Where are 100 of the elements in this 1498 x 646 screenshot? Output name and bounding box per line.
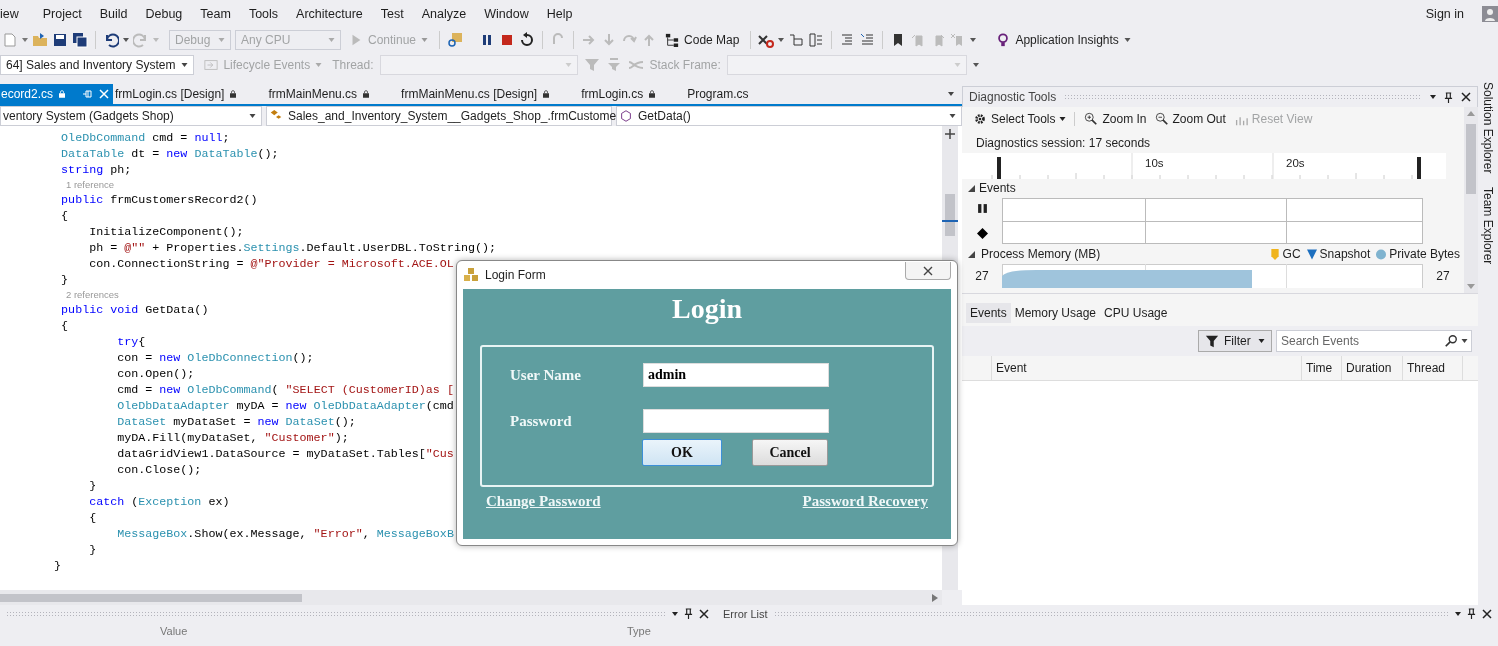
breakpoint-icon[interactable] xyxy=(758,32,775,48)
caret-icon[interactable] xyxy=(948,92,954,96)
close-icon[interactable] xyxy=(699,608,709,619)
timeline-ruler[interactable] xyxy=(962,153,1446,179)
menu-item[interactable]: Team xyxy=(191,7,240,21)
caret-icon xyxy=(181,63,189,67)
caret-icon[interactable] xyxy=(672,611,678,616)
caret-icon[interactable] xyxy=(970,38,977,42)
indent-icon[interactable] xyxy=(808,32,825,48)
menu-item[interactable]: Help xyxy=(537,7,582,21)
save-all-icon[interactable] xyxy=(72,32,88,48)
menu-item[interactable]: Project xyxy=(33,7,91,21)
outdent-icon[interactable] xyxy=(788,32,805,48)
caret-icon[interactable] xyxy=(123,38,129,42)
pin-icon[interactable] xyxy=(684,608,693,619)
document-tab[interactable]: frmLogin.cs [Design] xyxy=(113,84,267,104)
input-field[interactable] xyxy=(643,409,829,433)
column-header[interactable]: Event xyxy=(992,356,1302,380)
document-tab[interactable]: frmLogin.cs xyxy=(579,84,686,104)
column-header[interactable]: Duration xyxy=(1342,356,1403,380)
menu-item[interactable]: Architecture xyxy=(287,7,372,21)
stack-frame-label: Stack Frame: xyxy=(649,58,721,72)
user-icon[interactable] xyxy=(1482,6,1498,22)
column-header[interactable]: Value xyxy=(160,625,188,637)
diagnostic-tool-button[interactable]: Select Tools xyxy=(970,112,1076,126)
scroll-up-icon[interactable] xyxy=(1467,111,1475,116)
scrollbar-thumb[interactable] xyxy=(0,593,302,602)
split-icon[interactable] xyxy=(945,129,955,139)
find-icon[interactable] xyxy=(447,32,464,48)
caret-icon[interactable] xyxy=(778,38,785,42)
diagnostic-tool-button[interactable]: Zoom In xyxy=(1081,112,1150,126)
zoom-in-icon xyxy=(1084,112,1099,126)
caret-icon xyxy=(953,63,961,67)
search-icon[interactable] xyxy=(1444,334,1458,348)
collapse-icon[interactable] xyxy=(968,184,975,192)
close-icon[interactable] xyxy=(1482,608,1492,619)
save-icon[interactable] xyxy=(52,32,68,48)
pin-icon[interactable] xyxy=(1467,608,1476,619)
code-line: } xyxy=(60,272,69,288)
field-label: User Name xyxy=(510,366,582,384)
input-field[interactable]: admin xyxy=(643,363,829,387)
dialog-button[interactable]: OK xyxy=(642,439,722,466)
section-title: Events xyxy=(979,181,1016,195)
process-dropdown[interactable]: 64] Sales and Inventory System xyxy=(0,55,195,75)
scrollbar-thumb[interactable] xyxy=(945,194,955,236)
side-tab[interactable]: Team Explorer xyxy=(1481,187,1495,265)
caret-icon[interactable] xyxy=(1455,611,1461,616)
uncomment-lines-icon[interactable] xyxy=(859,32,876,48)
document-tab[interactable]: frmMainMenu.cs xyxy=(266,84,400,104)
menu-item[interactable]: Window xyxy=(475,7,538,21)
code-line: string ph; xyxy=(60,162,132,178)
caret-icon xyxy=(249,114,256,118)
document-tab[interactable]: Program.cs xyxy=(685,84,779,104)
diagnostic-tool-button[interactable]: Zoom Out xyxy=(1151,112,1229,126)
panel-tab[interactable]: Events xyxy=(966,303,1011,323)
scrollbar-thumb[interactable] xyxy=(1466,124,1476,194)
code-line: public frmCustomersRecord2() xyxy=(60,192,258,208)
menu-item[interactable]: Tools xyxy=(239,7,288,21)
search-field[interactable]: Search Events xyxy=(1276,330,1472,352)
side-tab[interactable]: Solution Explorer xyxy=(1481,82,1495,174)
timeline-label: 10s xyxy=(1145,157,1164,169)
code-line: myDA.Fill(myDataSet, "Customer"); xyxy=(116,430,349,446)
code-line: catch (Exception ex) xyxy=(88,494,230,510)
scroll-right-icon[interactable] xyxy=(932,593,938,602)
open-folder-icon[interactable] xyxy=(32,32,48,48)
column-header[interactable]: Thread xyxy=(1403,356,1463,380)
boxes-icon xyxy=(463,267,479,283)
undo-icon[interactable] xyxy=(103,32,119,48)
menu-item[interactable]: Analyze xyxy=(412,7,476,21)
scroll-down-icon[interactable] xyxy=(1467,284,1475,289)
caret-icon[interactable] xyxy=(1430,95,1436,99)
application-insights-button[interactable]: Application Insights xyxy=(992,30,1135,50)
caret-icon[interactable] xyxy=(972,63,979,67)
menu-item[interactable]: iew xyxy=(0,7,34,21)
code-map-button[interactable]: Code Map xyxy=(661,30,744,50)
filter-button[interactable]: Filter xyxy=(1198,330,1272,352)
column-header[interactable]: Type xyxy=(627,625,651,637)
document-tab[interactable]: frmMainMenu.cs [Design] xyxy=(399,84,580,104)
gear-icon xyxy=(973,112,987,126)
collapse-icon[interactable] xyxy=(968,250,975,258)
restart-icon[interactable] xyxy=(519,32,536,48)
dialog-button[interactable]: Cancel xyxy=(752,439,828,466)
section-title: Process Memory (MB) xyxy=(981,247,1101,261)
column-header[interactable]: Time xyxy=(1302,356,1342,380)
panel-tab[interactable]: Memory Usage xyxy=(1010,303,1101,323)
sign-in-link[interactable]: Sign in xyxy=(1425,7,1464,21)
menu-item[interactable]: Debug xyxy=(136,7,192,21)
close-icon[interactable] xyxy=(1461,92,1471,102)
menu-item[interactable]: Build xyxy=(90,7,137,21)
caret-icon xyxy=(328,38,335,42)
navigation-dropdown[interactable]: ventory System (Gadgets Shop) xyxy=(0,106,262,126)
menu-item[interactable]: Test xyxy=(371,7,413,21)
pin-icon[interactable] xyxy=(1444,91,1453,103)
close-button[interactable] xyxy=(905,262,951,280)
caret-icon[interactable] xyxy=(1461,339,1468,343)
caret-icon xyxy=(949,114,956,118)
panel-tab[interactable]: CPU Usage xyxy=(1100,303,1172,323)
navigation-dropdown[interactable]: GetData() xyxy=(616,106,962,126)
caret-icon xyxy=(564,63,572,67)
session-label: Diagnostics session: 17 seconds xyxy=(975,135,1152,152)
